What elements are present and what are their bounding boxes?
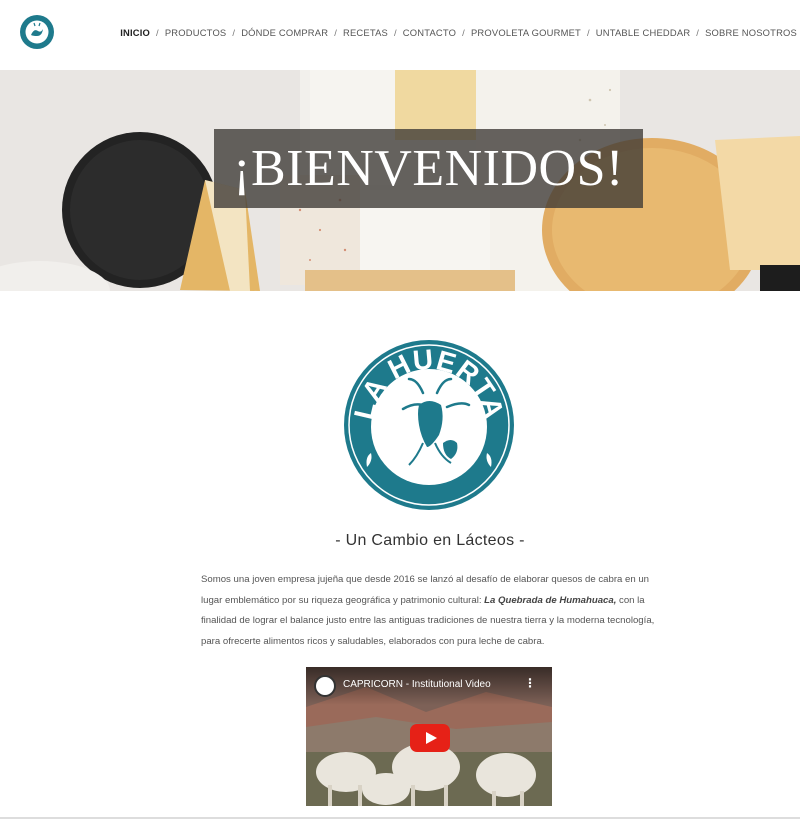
nav-item-dónde-comprar[interactable]: DÓNDE COMPRAR [241,27,328,38]
tagline: - Un Cambio en Lácteos - [335,532,525,549]
video-title[interactable]: CAPRICORN - Institutional Video [343,679,491,690]
main-nav: INICIO / PRODUCTOS / DÓNDE COMPRAR / RECETAS / C… [120,27,797,38]
nav-item-recetas[interactable]: RECETAS [343,27,388,38]
site-logo[interactable] [19,14,55,50]
hero-banner: ¡BIENVENIDOS! [0,70,800,291]
nav-item-contacto[interactable]: CONTACTO [403,27,456,38]
nav-separator: / [232,27,236,38]
video-embed[interactable]: CAPRICORN - Institutional Video ⋮ [306,667,552,806]
intro-paragraph: Somos una joven empresa jujeña que desde… [201,570,661,652]
nav-separator: / [156,27,159,38]
nav-separator: / [334,27,337,38]
more-vertical-icon[interactable]: ⋮ [524,676,536,690]
youtube-play-icon[interactable] [410,724,450,752]
nav-separator: / [393,27,397,38]
nav-separator: / [696,27,700,38]
channel-avatar[interactable] [314,675,336,697]
la-huerta-tambo-logo: LA HUERTA TAMBO [344,340,514,510]
site-header: INICIO / PRODUCTOS / DÓNDE COMPRAR / RECETAS / C… [0,0,800,70]
nav-item-inicio[interactable]: INICIO [120,27,150,38]
nav-separator: / [586,27,590,38]
nav-separator: / [462,27,465,38]
nav-item-sobre-nosotros[interactable]: SOBRE NOSOTROS [705,27,797,38]
hero-title: ¡BIENVENIDOS! [214,129,643,208]
intro-emphasis: La Quebrada de Humahuaca, [484,594,617,606]
nav-item-productos[interactable]: PRODUCTOS [165,27,227,38]
nav-item-untable-cheddar[interactable]: UNTABLE CHEDDAR [596,27,691,38]
nav-item-provoleta-gourmet[interactable]: PROVOLETA GOURMET [471,27,581,38]
